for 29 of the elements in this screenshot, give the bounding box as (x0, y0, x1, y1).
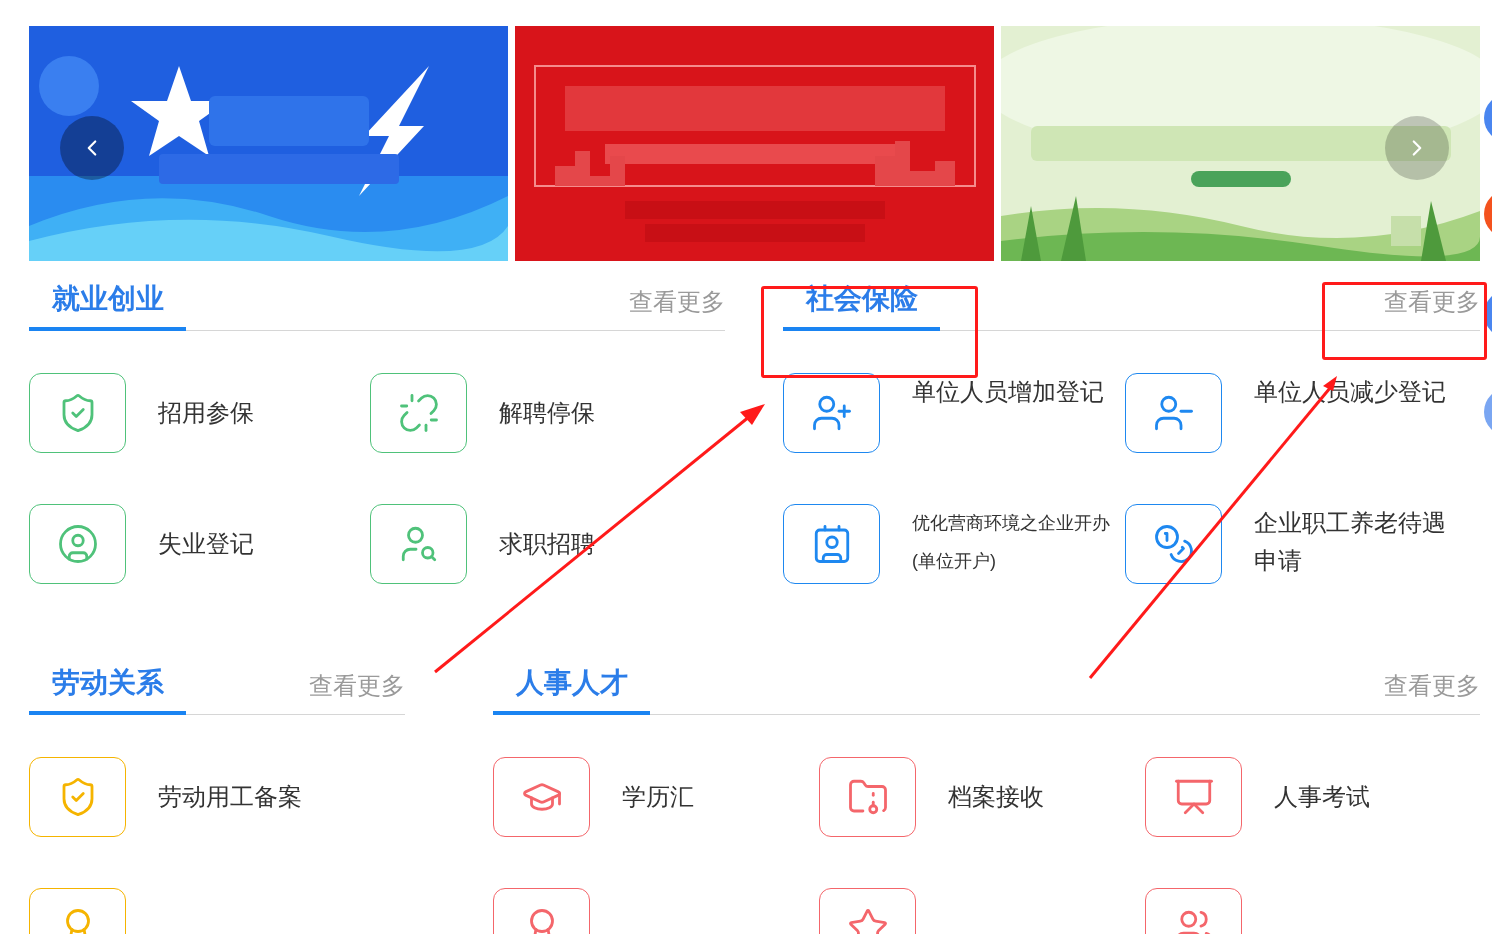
service-link[interactable]: 招用参保 (158, 394, 254, 432)
service-icon-button[interactable] (29, 757, 126, 837)
section-tab[interactable]: 劳动关系 (29, 663, 186, 715)
service-icon-button[interactable] (29, 504, 126, 584)
service-icon-button[interactable] (493, 757, 590, 837)
service-icon-button[interactable] (370, 373, 467, 453)
service-icon-button[interactable] (370, 504, 467, 584)
service-icon-button[interactable] (1125, 504, 1222, 584)
service-link[interactable]: 解聘停保 (499, 394, 595, 432)
service-link[interactable]: 学历汇 (622, 778, 694, 816)
service-link[interactable]: 档案接收 (948, 778, 1044, 816)
service-icon-button[interactable] (783, 504, 880, 584)
service-icon-button[interactable] (819, 757, 916, 837)
service-link[interactable]: 失业登记 (158, 525, 254, 563)
coins-icon (1152, 523, 1195, 565)
broken-link-icon (397, 392, 440, 434)
service-icon-button[interactable] (1125, 373, 1222, 453)
section-tab[interactable]: 人事人才 (493, 663, 650, 715)
service-link[interactable]: 人事考试 (1274, 778, 1370, 816)
section-tab[interactable]: 就业创业 (29, 279, 186, 331)
service-icon-button[interactable] (29, 373, 126, 453)
service-link[interactable]: 劳动用工备案 (158, 778, 302, 816)
person-circle-icon (56, 523, 99, 565)
service-icon-button[interactable] (783, 373, 880, 453)
service-link[interactable]: 企业职工养老待遇申请 (1254, 504, 1467, 580)
service-link[interactable]: 单位人员增加登记 (912, 373, 1104, 411)
service-icon-button[interactable] (1145, 757, 1242, 837)
service-link[interactable]: 优化营商环境之企业开办(单位开户) (912, 504, 1125, 580)
service-link[interactable]: 求职招聘 (499, 525, 595, 563)
